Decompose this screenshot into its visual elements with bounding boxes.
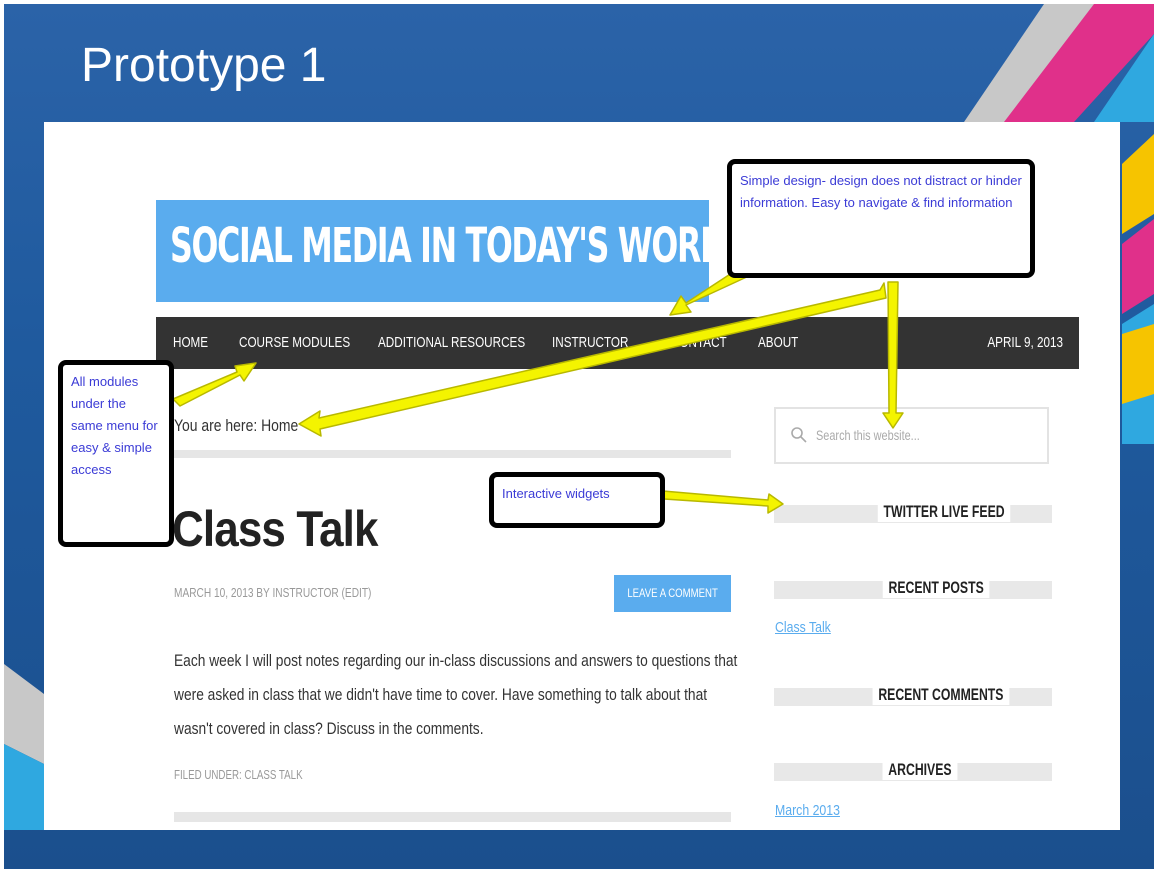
arrow-to-course-modules (172, 362, 257, 407)
note-modules: All modules under the same menu for easy… (58, 360, 174, 547)
slide: Prototype 1 SOCIAL MEDIA IN TODAY'S WORL… (4, 4, 1154, 869)
arrow-to-twitter-widget (662, 490, 784, 514)
note-widgets: Interactive widgets (489, 472, 665, 528)
annotation-arrows (172, 266, 904, 514)
note-simple-design: Simple design- design does not distract … (727, 159, 1035, 278)
arrow-to-search (882, 281, 904, 429)
arrow-to-breadcrumb (298, 282, 887, 437)
